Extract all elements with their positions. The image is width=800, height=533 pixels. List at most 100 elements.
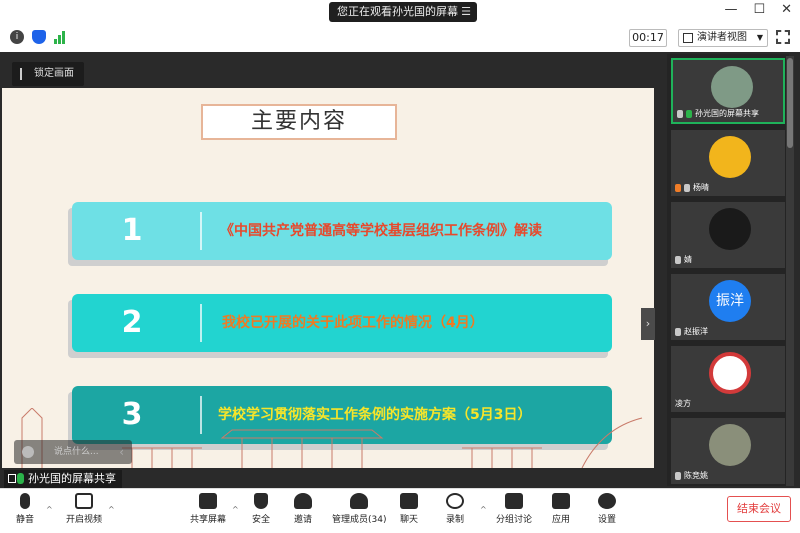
participant-tile[interactable]: 陈竞姚 xyxy=(671,418,785,484)
security-label: 安全 xyxy=(252,515,271,525)
info-icon[interactable]: i xyxy=(10,30,24,44)
chat-placeholder: 说点什么... xyxy=(54,447,99,457)
participant-name: 凌方 xyxy=(675,399,691,408)
gear-icon xyxy=(598,493,616,509)
slide-row: 1 《中国共产党普通高等学校基层组织工作条例》解读 xyxy=(68,202,612,266)
participant-name: 杨晴 xyxy=(693,183,709,192)
meeting-timer: 00:17 xyxy=(629,29,667,47)
share-label: 共享屏幕 xyxy=(190,515,227,525)
chevron-up-icon[interactable]: ^ xyxy=(232,505,239,514)
top-toolbar: i 00:17 演讲者视图 ▼ xyxy=(0,26,800,50)
participant-name: 孙光国的屏幕共享 xyxy=(695,109,759,118)
share-screen-button[interactable]: 共享屏幕 xyxy=(190,493,226,525)
members-label: 管理成员(34) xyxy=(332,515,387,525)
chat-label: 聊天 xyxy=(400,515,419,525)
participant-tile[interactable]: 杨晴 xyxy=(671,130,785,196)
menu-icon[interactable]: ☰ xyxy=(461,2,471,22)
settings-label: 设置 xyxy=(598,515,617,525)
chevron-down-icon: ▼ xyxy=(756,33,763,42)
fullscreen-icon[interactable] xyxy=(776,30,790,44)
invite-button[interactable]: 邀请 xyxy=(294,493,312,525)
end-meeting-button[interactable]: 结束会议 xyxy=(727,496,791,522)
mute-button[interactable]: 静音 xyxy=(16,493,34,525)
breakout-button[interactable]: 分组讨论 xyxy=(496,493,532,525)
view-mode-label: 演讲者视图 xyxy=(697,32,747,43)
row-divider xyxy=(200,212,202,250)
avatar: 振洋 xyxy=(709,280,751,322)
mic-icon xyxy=(17,473,24,484)
pin-label: 锁定画面 xyxy=(34,68,74,79)
record-label: 录制 xyxy=(446,515,465,525)
status-icons: i xyxy=(10,30,68,44)
mute-label: 静音 xyxy=(16,515,35,525)
record-icon xyxy=(446,493,464,509)
row-text: 《中国共产党普通高等学校基层组织工作条例》解读 xyxy=(220,223,542,239)
close-icon[interactable]: ✕ xyxy=(781,2,792,17)
chevron-up-icon[interactable]: ^ xyxy=(108,505,115,514)
chat-avatar-icon xyxy=(22,446,34,458)
participant-scrollbar[interactable] xyxy=(786,56,794,486)
share-owner-label: 孙光国的屏幕共享 xyxy=(4,470,122,488)
security-button[interactable]: 安全 xyxy=(252,493,270,525)
viewing-label: 您正在观看孙光国的屏幕 xyxy=(337,5,458,18)
chevron-up-icon[interactable]: ^ xyxy=(480,505,487,514)
participant-panel: 孙光国的屏幕共享 杨晴 婧 振洋 赵振洋 凌方 陈竞姚 xyxy=(667,54,789,486)
avatar xyxy=(711,66,753,108)
participant-name-row: 婧 xyxy=(675,254,692,265)
collapse-panel-button[interactable]: › xyxy=(641,308,655,340)
breakout-label: 分组讨论 xyxy=(496,515,533,525)
participant-tile[interactable]: 振洋 赵振洋 xyxy=(671,274,785,340)
apps-button[interactable]: 应用 xyxy=(552,493,570,525)
participant-name: 赵振洋 xyxy=(684,327,708,336)
participant-name-row: 孙光国的屏幕共享 xyxy=(677,108,759,119)
signal-icon[interactable] xyxy=(54,30,68,44)
breakout-icon xyxy=(505,493,523,509)
video-label: 开启视频 xyxy=(66,515,103,525)
avatar xyxy=(709,136,751,178)
mic-icon xyxy=(684,183,690,192)
chat-button[interactable]: 聊天 xyxy=(400,493,418,525)
bottom-toolbar: 静音 ^ 开启视频 ^ 共享屏幕 ^ 安全 邀请 管理成员(34) 聊天 录制 … xyxy=(0,488,800,533)
scrollbar-thumb[interactable] xyxy=(787,58,793,148)
chat-icon xyxy=(400,493,418,509)
participant-name-row: 赵振洋 xyxy=(675,326,708,337)
mic-muted-icon xyxy=(675,255,681,264)
apps-icon xyxy=(552,493,570,509)
chevron-up-icon[interactable]: ^ xyxy=(46,505,53,514)
meeting-window: 您正在观看孙光国的屏幕 ☰ — ☐ ✕ i 00:17 演讲者视图 ▼ 锁定画面… xyxy=(0,0,800,533)
avatar xyxy=(709,424,751,466)
avatar xyxy=(709,208,751,250)
mic-muted-icon xyxy=(675,471,681,480)
row-number: 2 xyxy=(121,305,143,340)
minimize-icon[interactable]: — xyxy=(724,2,737,17)
participant-tile[interactable]: 孙光国的屏幕共享 xyxy=(671,58,785,124)
screen-share-icon xyxy=(677,109,683,118)
viewing-indicator[interactable]: 您正在观看孙光国的屏幕 ☰ xyxy=(329,2,477,22)
slide-title: 主要内容 xyxy=(201,104,397,140)
members-button[interactable]: 管理成员(34) xyxy=(332,493,386,525)
participant-name-row: 陈竞姚 xyxy=(675,470,708,481)
row-divider xyxy=(200,304,202,342)
row-text: 我校已开展的关于此项工作的情况（4月） xyxy=(222,315,484,331)
view-mode-dropdown[interactable]: 演讲者视图 ▼ xyxy=(678,29,768,47)
pin-view-button[interactable]: 锁定画面 xyxy=(12,62,84,86)
shield-icon xyxy=(254,493,268,509)
video-button[interactable]: 开启视频 xyxy=(66,493,102,525)
record-button[interactable]: 录制 xyxy=(446,493,464,525)
shield-icon[interactable] xyxy=(32,30,46,44)
screen-share-icon xyxy=(8,474,16,483)
settings-button[interactable]: 设置 xyxy=(598,493,616,525)
participant-tile[interactable]: 凌方 xyxy=(671,346,785,412)
maximize-icon[interactable]: ☐ xyxy=(753,2,765,17)
share-owner-name: 孙光国的屏幕共享 xyxy=(28,472,116,485)
chevron-left-icon[interactable]: ‹ xyxy=(119,440,124,464)
speaker-view-icon xyxy=(683,33,693,43)
participant-name: 陈竞姚 xyxy=(684,471,708,480)
add-user-icon xyxy=(294,493,312,509)
chat-input[interactable]: 说点什么... ‹ xyxy=(14,440,132,464)
apps-label: 应用 xyxy=(552,515,571,525)
title-bar: 您正在观看孙光国的屏幕 ☰ — ☐ ✕ xyxy=(0,0,800,24)
shared-slide: 主要内容 1 《中国共产党普通高等学校基层组织工作条例》解读 2 我校已开展的关… xyxy=(2,88,654,468)
participant-tile[interactable]: 婧 xyxy=(671,202,785,268)
user-icon xyxy=(675,183,681,192)
